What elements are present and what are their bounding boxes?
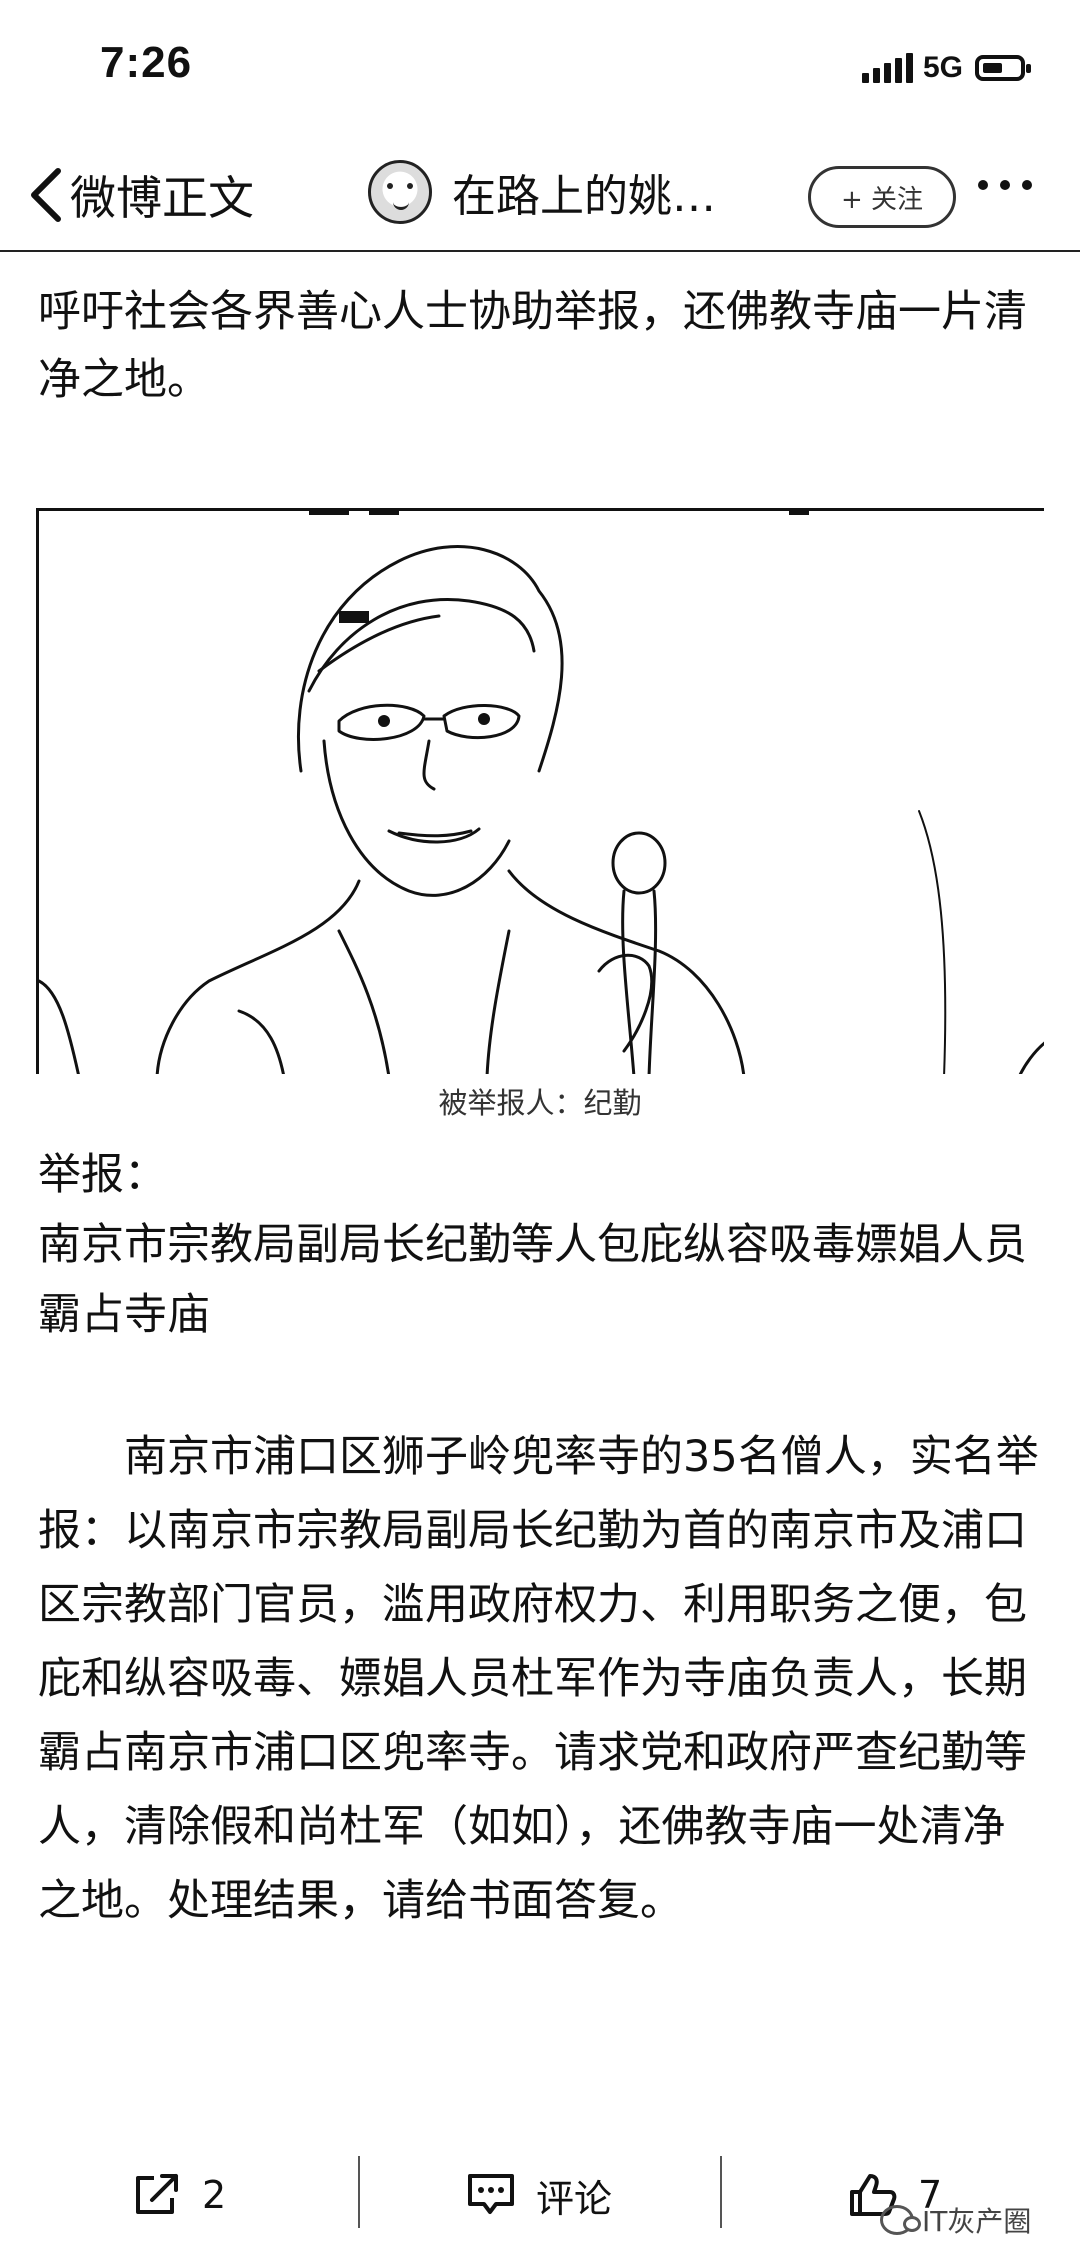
- status-time: 7:26: [100, 38, 193, 87]
- more-icon[interactable]: [978, 180, 1032, 190]
- follow-button[interactable]: + 关注: [808, 166, 956, 228]
- toolbar-divider: [720, 2156, 722, 2228]
- comment-label: 评论: [536, 2176, 613, 2221]
- share-button[interactable]: 2: [132, 2160, 226, 2230]
- photo-frame[interactable]: [36, 508, 1044, 1074]
- report-label: 举报：: [38, 1150, 167, 1200]
- watermark: IT灰产圈: [880, 2200, 1031, 2240]
- share-count: 2: [202, 2173, 227, 2217]
- toolbar-divider: [358, 2156, 360, 2228]
- chevron-left-icon: [31, 168, 61, 222]
- nav-bar: 微博正文 在路上的姚… + 关注: [0, 140, 1080, 252]
- comment-icon: [468, 2174, 514, 2214]
- comment-button[interactable]: 评论: [466, 2160, 612, 2230]
- network-type: 5G: [922, 51, 963, 84]
- post-photo[interactable]: [36, 508, 1044, 1074]
- report-heading: 举报： 南京市宗教局副局长纪勤等人包庇纵容吸毒嫖娼人员霸占寺庙: [38, 1140, 1048, 1350]
- nav-username[interactable]: 在路上的姚…: [452, 160, 716, 224]
- body-paragraph: 南京市浦口区狮子岭兜率寺的35名僧人，实名举报：以南京市宗教局副局长纪勤为首的南…: [38, 1432, 1039, 1926]
- photo-caption: 被举报人：纪勤: [438, 1086, 642, 1120]
- intro-text: 呼吁社会各界善心人士协助举报，还佛教寺庙一片清净之地。: [38, 287, 1027, 405]
- status-bar: 7:26 5G: [0, 0, 1080, 140]
- post-body: 南京市浦口区狮子岭兜率寺的35名僧人，实名举报：以南京市宗教局副局长纪勤为首的南…: [38, 1420, 1048, 1938]
- avatar[interactable]: [368, 160, 432, 224]
- report-title: 南京市宗教局副局长纪勤等人包庇纵容吸毒嫖娼人员霸占寺庙: [38, 1220, 1027, 1340]
- person-photo-sketch: [39, 511, 1044, 1074]
- post-content: 呼吁社会各界善心人士协助举报，还佛教寺庙一片清净之地。: [38, 250, 1048, 414]
- signal-icon: [861, 53, 913, 83]
- watermark-text: IT灰产圈: [922, 2205, 1032, 2238]
- wechat-icon: [880, 2205, 921, 2235]
- back-label: 微博正文: [70, 171, 254, 225]
- battery-icon: [975, 55, 1031, 81]
- nav-user[interactable]: 在路上的姚…: [368, 160, 716, 224]
- share-icon: [136, 2174, 178, 2214]
- back-button[interactable]: 微博正文: [28, 162, 254, 228]
- status-indicators: 5G: [861, 48, 1031, 88]
